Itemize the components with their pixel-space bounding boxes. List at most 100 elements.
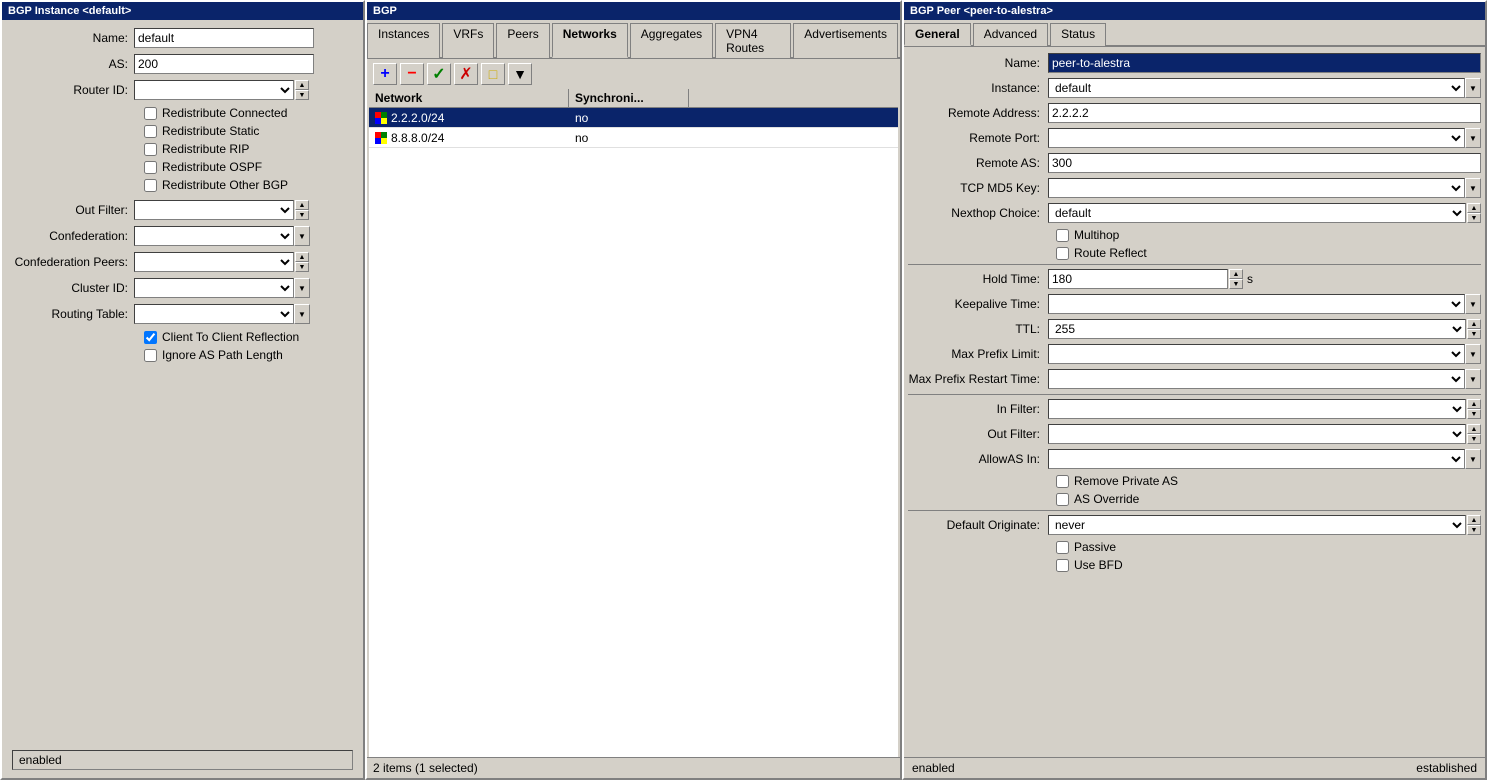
tab-instances[interactable]: Instances <box>367 23 440 58</box>
ttl-select[interactable]: 255 <box>1048 319 1466 339</box>
copy-button[interactable]: □ <box>481 63 505 85</box>
name-label: Name: <box>14 31 134 45</box>
as-label: AS: <box>14 57 134 71</box>
redistribute-ospf-checkbox[interactable] <box>144 161 157 174</box>
tab-advertisements[interactable]: Advertisements <box>793 23 898 58</box>
default-originate-spinner[interactable]: ▲ ▼ <box>1467 515 1481 535</box>
tab-status[interactable]: Status <box>1050 23 1106 46</box>
nexthop-spinner[interactable]: ▲ ▼ <box>1467 203 1481 223</box>
middle-panel-title: BGP <box>367 2 900 20</box>
remote-port-select[interactable] <box>1048 128 1465 148</box>
max-prefix-limit-select[interactable] <box>1048 344 1465 364</box>
out-filter-right-select[interactable] <box>1048 424 1466 444</box>
confederation-dropdown[interactable]: ▼ <box>294 226 310 246</box>
route-icon-1 <box>375 112 387 124</box>
hold-time-spinner[interactable]: ▲ ▼ <box>1229 269 1243 289</box>
redistribute-rip-checkbox[interactable] <box>144 143 157 156</box>
add-button[interactable]: + <box>373 63 397 85</box>
tcp-md5-row: TCP MD5 Key: ▼ <box>908 178 1481 198</box>
client-to-client-checkbox[interactable] <box>144 331 157 344</box>
cancel-button[interactable]: ✗ <box>454 63 478 85</box>
use-bfd-label: Use BFD <box>1074 558 1123 572</box>
out-filter-select[interactable] <box>134 200 294 220</box>
max-prefix-restart-select[interactable] <box>1048 369 1465 389</box>
cluster-id-row: Cluster ID: ▼ <box>14 278 351 298</box>
confederation-peers-spinner[interactable]: ▲ ▼ <box>295 252 309 272</box>
remote-port-dropdown[interactable]: ▼ <box>1465 128 1481 148</box>
redistribute-static-checkbox[interactable] <box>144 125 157 138</box>
passive-checkbox[interactable] <box>1056 541 1069 554</box>
max-prefix-limit-dropdown[interactable]: ▼ <box>1465 344 1481 364</box>
keepalive-dropdown[interactable]: ▼ <box>1465 294 1481 314</box>
filter-button[interactable]: ▼ <box>508 63 532 85</box>
router-id-select[interactable] <box>134 80 294 100</box>
col-header-sync[interactable]: Synchroni... <box>569 89 689 107</box>
routing-table-dropdown[interactable]: ▼ <box>294 304 310 324</box>
in-filter-label: In Filter: <box>908 402 1048 416</box>
router-id-row: Router ID: ▲ ▼ <box>14 80 351 100</box>
instance-select[interactable]: default <box>1048 78 1465 98</box>
allowas-in-dropdown[interactable]: ▼ <box>1465 449 1481 469</box>
routing-table-label: Routing Table: <box>14 307 134 321</box>
default-originate-select[interactable]: never <box>1048 515 1466 535</box>
tab-vpn4[interactable]: VPN4 Routes <box>715 23 791 58</box>
keepalive-select[interactable] <box>1048 294 1465 314</box>
name-input[interactable] <box>134 28 314 48</box>
route-reflect-label: Route Reflect <box>1074 246 1147 260</box>
allowas-in-select[interactable] <box>1048 449 1465 469</box>
out-filter-right-spinner[interactable]: ▲ ▼ <box>1467 424 1481 444</box>
peer-name-input[interactable] <box>1048 53 1481 73</box>
remove-button[interactable]: − <box>400 63 424 85</box>
max-prefix-restart-dropdown[interactable]: ▼ <box>1465 369 1481 389</box>
tcp-md5-dropdown[interactable]: ▼ <box>1465 178 1481 198</box>
out-filter-down[interactable]: ▼ <box>295 210 309 220</box>
table-row[interactable]: 2.2.2.0/24 no <box>369 108 898 128</box>
redistribute-connected-checkbox[interactable] <box>144 107 157 120</box>
remote-address-label: Remote Address: <box>908 106 1048 120</box>
instance-dropdown[interactable]: ▼ <box>1465 78 1481 98</box>
col-header-network[interactable]: Network <box>369 89 569 107</box>
out-filter-spinner[interactable]: ▲ ▼ <box>295 200 309 220</box>
ignore-as-path-checkbox[interactable] <box>144 349 157 362</box>
in-filter-select[interactable] <box>1048 399 1466 419</box>
apply-button[interactable]: ✓ <box>427 63 451 85</box>
router-id-label: Router ID: <box>14 83 134 97</box>
ttl-spinner[interactable]: ▲ ▼ <box>1467 319 1481 339</box>
ttl-label: TTL: <box>908 322 1048 336</box>
tab-peers[interactable]: Peers <box>496 23 549 58</box>
peer-name-row: Name: <box>908 53 1481 73</box>
remote-port-wrap: ▼ <box>1048 128 1481 148</box>
remote-address-input[interactable] <box>1048 103 1481 123</box>
default-originate-wrap: never ▲ ▼ <box>1048 515 1481 535</box>
remove-private-as-checkbox[interactable] <box>1056 475 1069 488</box>
nexthop-select[interactable]: default <box>1048 203 1466 223</box>
as-input[interactable] <box>134 54 314 74</box>
hold-time-input[interactable] <box>1048 269 1228 289</box>
confederation-peers-select[interactable] <box>134 252 294 272</box>
as-override-checkbox[interactable] <box>1056 493 1069 506</box>
confederation-select[interactable] <box>134 226 294 246</box>
as-row: AS: <box>14 54 351 74</box>
right-status-right: established <box>1416 761 1477 775</box>
router-id-spinner[interactable]: ▲ ▼ <box>295 80 309 100</box>
route-reflect-checkbox[interactable] <box>1056 247 1069 260</box>
in-filter-spinner[interactable]: ▲ ▼ <box>1467 399 1481 419</box>
router-id-up[interactable]: ▲ <box>295 80 309 90</box>
multihop-checkbox[interactable] <box>1056 229 1069 242</box>
tab-advanced[interactable]: Advanced <box>973 23 1048 46</box>
use-bfd-checkbox[interactable] <box>1056 559 1069 572</box>
router-id-down[interactable]: ▼ <box>295 90 309 100</box>
tcp-md5-select[interactable] <box>1048 178 1465 198</box>
remote-as-input[interactable] <box>1048 153 1481 173</box>
routing-table-select[interactable] <box>134 304 294 324</box>
out-filter-up[interactable]: ▲ <box>295 200 309 210</box>
cluster-id-dropdown[interactable]: ▼ <box>294 278 310 298</box>
tab-aggregates[interactable]: Aggregates <box>630 23 713 58</box>
tab-general[interactable]: General <box>904 23 971 46</box>
table-row[interactable]: 8.8.8.0/24 no <box>369 128 898 148</box>
redistribute-other-bgp-checkbox[interactable] <box>144 179 157 192</box>
cluster-id-select[interactable] <box>134 278 294 298</box>
instance-label: Instance: <box>908 81 1048 95</box>
tab-vrfs[interactable]: VRFs <box>442 23 494 58</box>
tab-networks[interactable]: Networks <box>552 23 628 58</box>
